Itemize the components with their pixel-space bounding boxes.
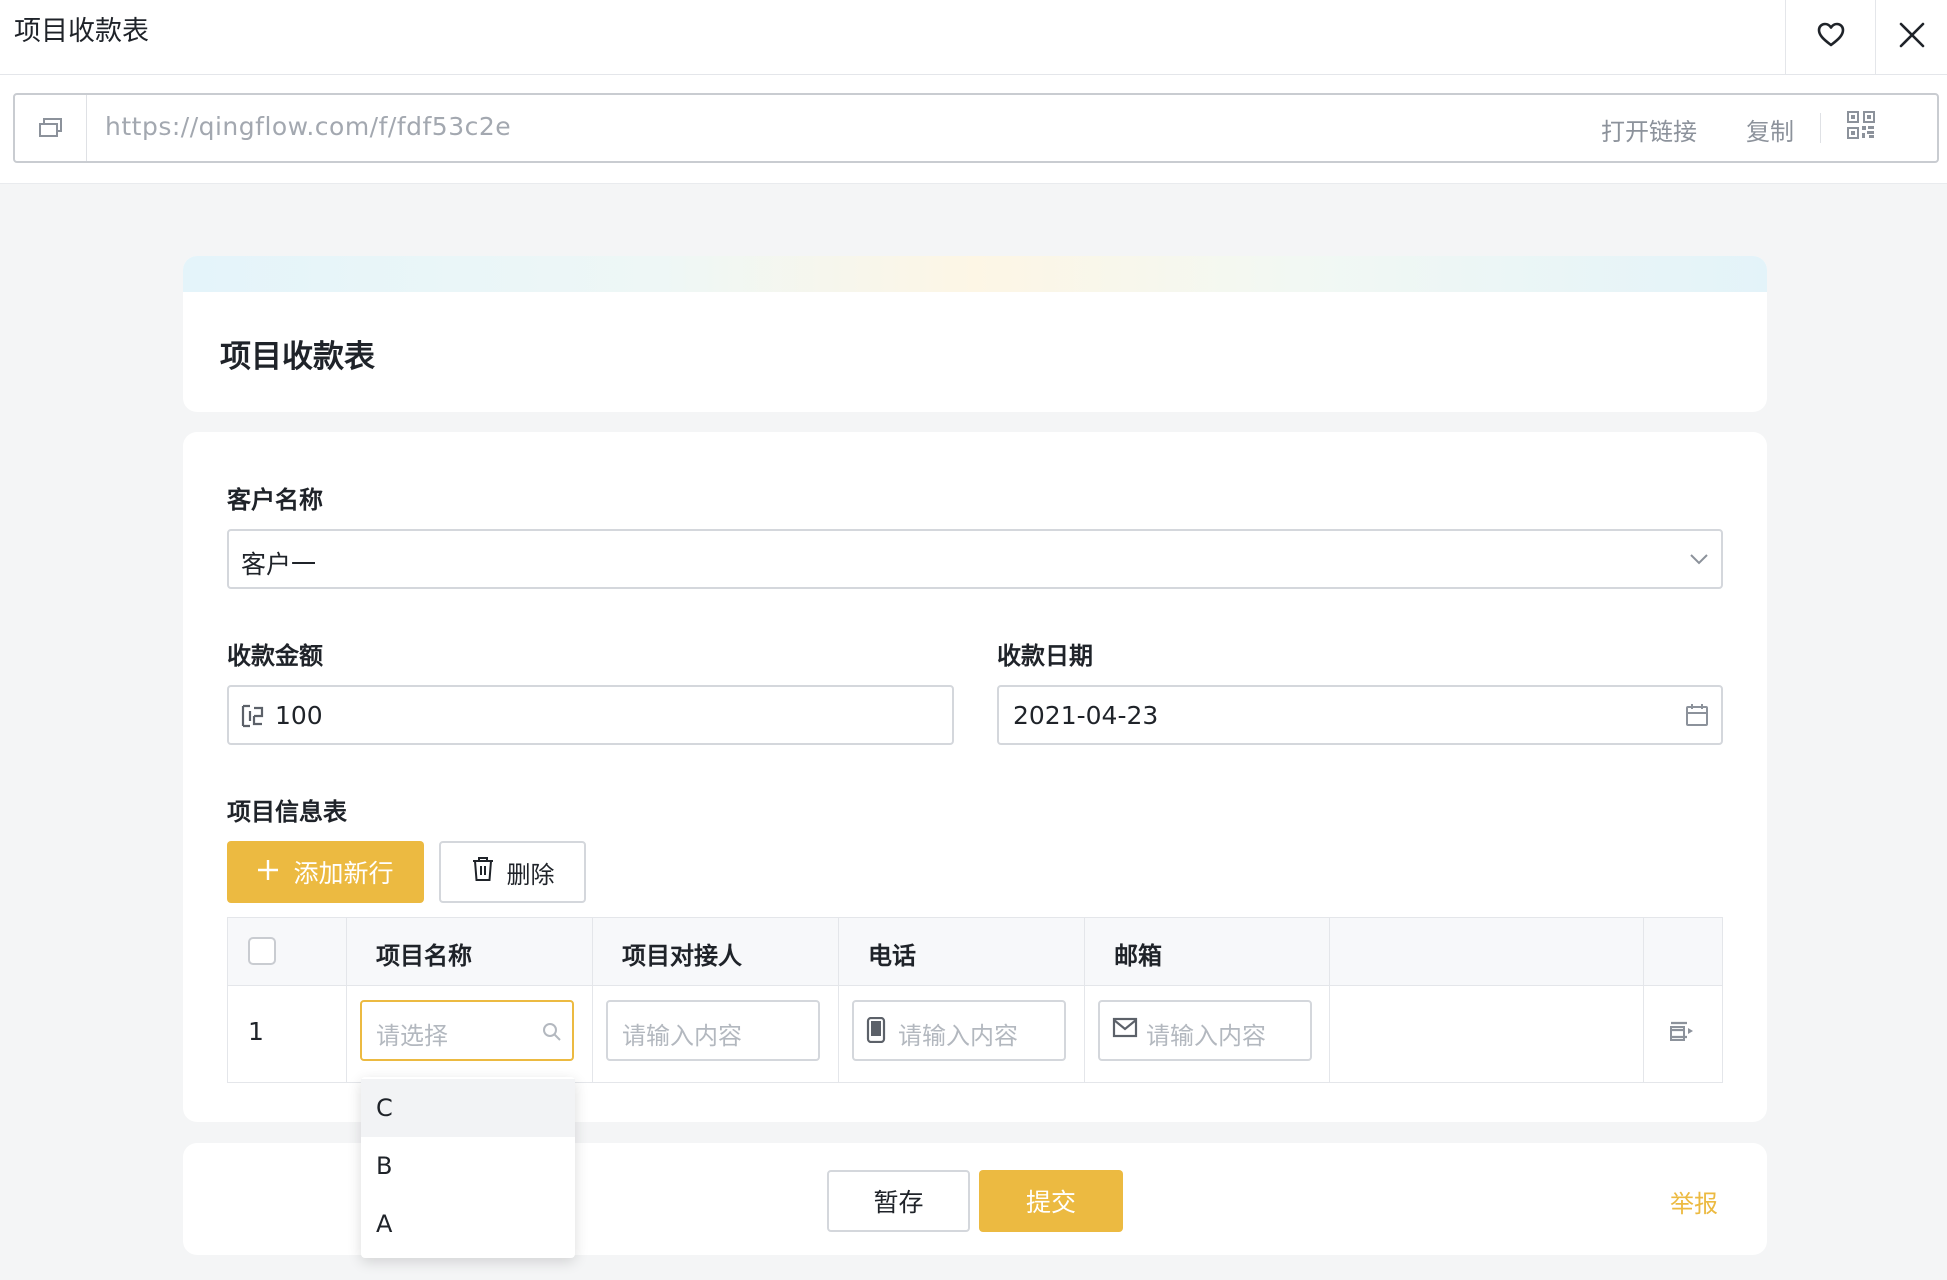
qr-code-icon[interactable] — [1847, 111, 1875, 143]
row-detail-icon[interactable] — [1669, 1018, 1695, 1048]
share-link-bar: https://qingflow.com/f/fdf53c2e 打开链接 复制 — [13, 93, 1939, 163]
header-banner — [183, 256, 1767, 292]
select-all-checkbox[interactable] — [248, 937, 276, 965]
project-name-select[interactable]: 请选择 — [360, 1000, 574, 1061]
column-header-contact: 项目对接人 — [622, 942, 742, 970]
amount-label: 收款金额 — [227, 642, 323, 670]
form-header-card: 项目收款表 — [183, 256, 1767, 412]
dropdown-option[interactable]: B — [361, 1137, 575, 1195]
trash-icon — [471, 856, 495, 888]
plus-icon — [257, 858, 279, 887]
date-label: 收款日期 — [997, 642, 1093, 670]
column-divider — [592, 918, 593, 1082]
customer-value: 客户一 — [241, 550, 317, 579]
top-bar: 项目收款表 — [0, 0, 1947, 75]
add-row-label: 添加新行 — [293, 859, 394, 888]
date-picker[interactable]: 2021-04-23 — [997, 685, 1723, 745]
phone-icon — [866, 1016, 886, 1047]
column-header-project-name: 项目名称 — [376, 942, 472, 970]
column-header-phone: 电话 — [868, 942, 916, 970]
date-value: 2021-04-23 — [1013, 701, 1159, 730]
column-divider — [838, 918, 839, 1082]
column-divider — [346, 918, 347, 1082]
delete-button[interactable]: 删除 — [439, 841, 586, 903]
phone-placeholder: 请输入内容 — [898, 1022, 1018, 1050]
email-input[interactable]: 请输入内容 — [1098, 1000, 1312, 1061]
window-icon — [15, 95, 87, 161]
close-button[interactable] — [1875, 0, 1947, 74]
number-icon — [241, 704, 265, 732]
column-header-email: 邮箱 — [1114, 942, 1162, 970]
report-link[interactable]: 举报 — [1670, 1184, 1718, 1219]
open-link-button[interactable]: 打开链接 — [1601, 112, 1697, 147]
contact-input[interactable]: 请输入内容 — [606, 1000, 820, 1061]
search-icon — [542, 1022, 562, 1046]
customer-select[interactable]: 客户一 — [227, 529, 1723, 589]
divider — [1820, 113, 1821, 143]
add-row-button[interactable]: 添加新行 — [227, 841, 424, 903]
dropdown-option[interactable]: A — [361, 1195, 575, 1253]
column-divider — [1329, 918, 1330, 1082]
chevron-down-icon — [1689, 551, 1709, 570]
amount-input[interactable]: 100 — [227, 685, 954, 745]
form-body-card: 客户名称 客户一 收款金额 100 收款日期 2021-04-23 项目信息表 … — [183, 432, 1767, 1122]
close-icon — [1899, 22, 1925, 52]
project-name-placeholder: 请选择 — [376, 1022, 448, 1050]
dropdown-option[interactable]: C — [361, 1079, 575, 1137]
contact-placeholder: 请输入内容 — [622, 1022, 742, 1050]
mail-icon — [1112, 1017, 1138, 1043]
subtable-label: 项目信息表 — [227, 798, 347, 826]
heart-outline-icon — [1817, 22, 1845, 52]
column-divider — [1084, 918, 1085, 1082]
email-placeholder: 请输入内容 — [1146, 1022, 1266, 1050]
save-draft-button[interactable]: 暂存 — [827, 1170, 970, 1232]
delete-label: 删除 — [506, 860, 555, 889]
column-divider — [1643, 918, 1644, 1082]
calendar-icon — [1685, 703, 1709, 731]
customer-label: 客户名称 — [227, 486, 323, 514]
subtable: 项目名称 项目对接人 电话 邮箱 1 请选择 请输入内容 请输入内容 请输入内容 — [227, 917, 1723, 1083]
row-index: 1 — [248, 1017, 264, 1046]
amount-value: 100 — [275, 701, 323, 730]
submit-button[interactable]: 提交 — [979, 1170, 1123, 1232]
project-name-dropdown: C B A — [361, 1077, 575, 1258]
window-title: 项目收款表 — [14, 16, 149, 47]
favorite-button[interactable] — [1785, 0, 1875, 74]
share-link-panel: https://qingflow.com/f/fdf53c2e 打开链接 复制 — [0, 75, 1947, 184]
form-title: 项目收款表 — [220, 339, 375, 375]
phone-input[interactable]: 请输入内容 — [852, 1000, 1066, 1061]
copy-link-button[interactable]: 复制 — [1746, 112, 1794, 147]
share-url[interactable]: https://qingflow.com/f/fdf53c2e — [105, 112, 511, 141]
